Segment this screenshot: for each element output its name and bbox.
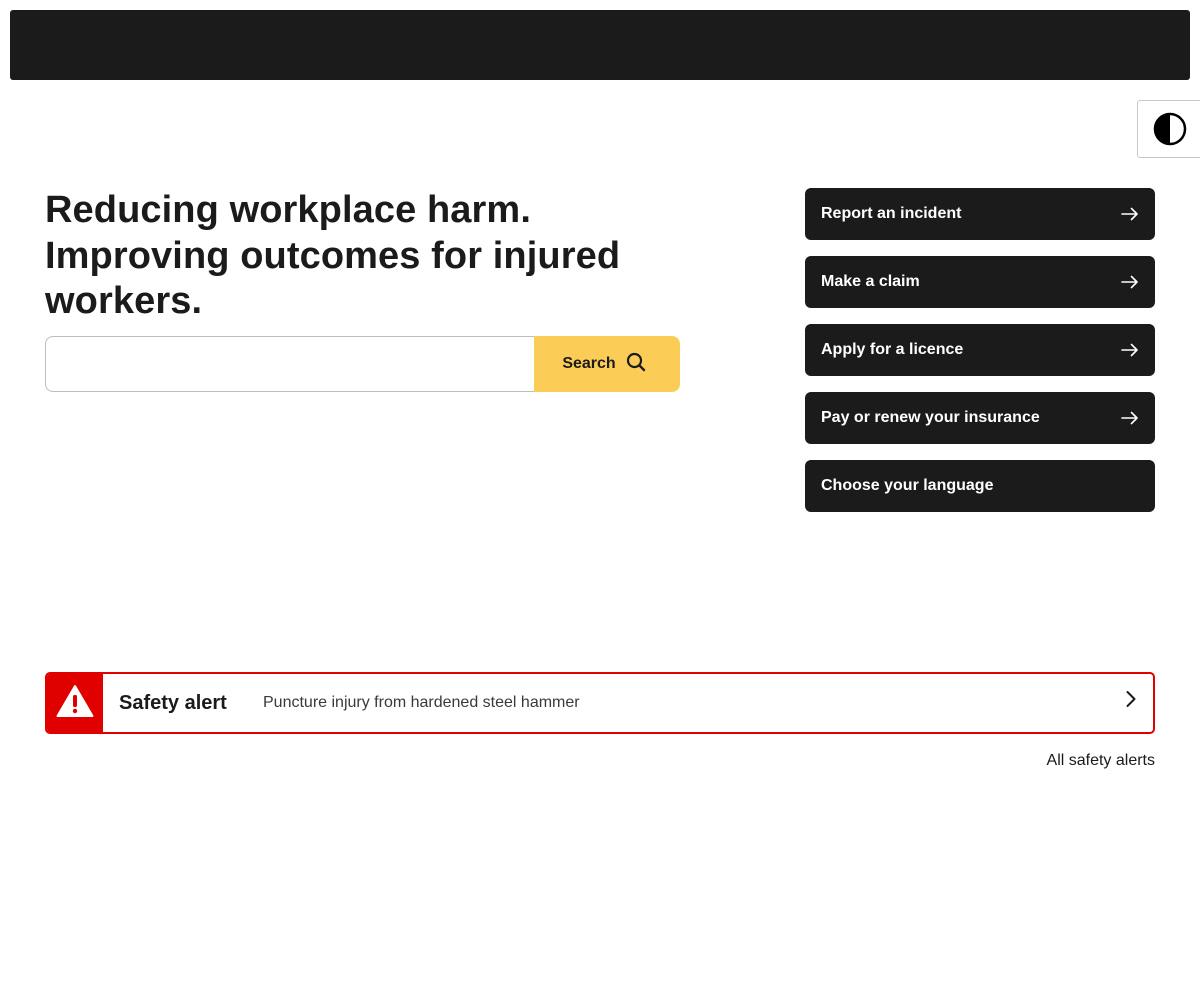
quick-links: Report an incident Make a claim Apply fo… (805, 188, 1155, 512)
quick-link-label: Report an incident (821, 205, 962, 222)
contrast-icon (1153, 112, 1187, 146)
search-form: Search (45, 336, 680, 392)
quick-link-make-claim[interactable]: Make a claim (805, 256, 1155, 308)
safety-alert-banner[interactable]: Safety alert Puncture injury from harden… (45, 672, 1155, 734)
arrow-right-icon (1121, 275, 1139, 289)
quick-link-label: Choose your language (821, 477, 994, 494)
quick-link-report-incident[interactable]: Report an incident (805, 188, 1155, 240)
search-button[interactable]: Search (534, 336, 680, 392)
quick-link-choose-language[interactable]: Choose your language (805, 460, 1155, 512)
arrow-right-icon (1121, 343, 1139, 357)
arrow-right-icon (1121, 411, 1139, 425)
search-button-label: Search (562, 355, 616, 372)
page: Reducing workplace harm. Improving outco… (0, 0, 1200, 1000)
chevron-right-icon (1125, 690, 1137, 708)
search-icon (626, 352, 646, 377)
quick-link-pay-renew-insurance[interactable]: Pay or renew your insurance (805, 392, 1155, 444)
arrow-right-icon (1121, 207, 1139, 221)
safety-alert-text: Puncture injury from hardened steel hamm… (263, 694, 580, 711)
hero-heading: Reducing workplace harm. Improving outco… (45, 189, 621, 322)
all-safety-alerts-link[interactable]: All safety alerts (1047, 752, 1155, 770)
quick-link-label: Apply for a licence (821, 341, 964, 358)
quick-link-label: Make a claim (821, 273, 920, 290)
safety-alert-title: Safety alert (119, 691, 227, 714)
search-input[interactable] (45, 336, 534, 392)
quick-link-apply-licence[interactable]: Apply for a licence (805, 324, 1155, 376)
quick-link-label: Pay or renew your insurance (821, 409, 1040, 426)
site-header-bar (10, 10, 1190, 80)
contrast-toggle-button[interactable] (1137, 100, 1200, 158)
warning-icon (56, 684, 94, 723)
safety-alert-icon-box (47, 674, 103, 732)
